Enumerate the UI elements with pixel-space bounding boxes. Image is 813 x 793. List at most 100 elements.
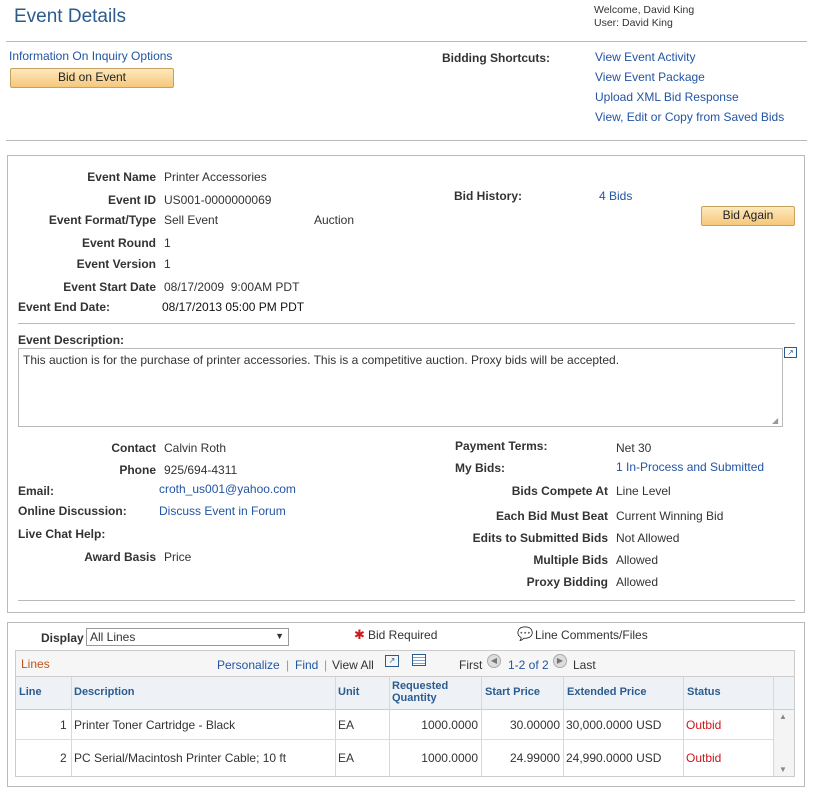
my-bids-label: My Bids: [455,461,506,475]
new-window-icon[interactable]: ↗ [385,655,399,667]
online-discussion-label: Online Discussion: [18,504,127,518]
view-event-activity-link[interactable]: View Event Activity [595,50,696,64]
event-name-value: Printer Accessories [164,170,267,184]
view-event-package-link[interactable]: View Event Package [595,70,705,84]
discuss-forum-link[interactable]: Discuss Event in Forum [159,504,286,518]
user-text: User: David King [594,17,673,29]
row-status: Outbid [686,751,722,765]
bid-on-event-button[interactable]: Bid on Event [10,68,174,88]
column-header-start-price[interactable]: Start Price [485,686,540,698]
bid-again-button[interactable]: Bid Again [701,206,795,226]
row-status: Outbid [686,718,722,732]
saved-bids-link[interactable]: View, Edit or Copy from Saved Bids [595,110,784,124]
column-header-status[interactable]: Status [687,686,721,698]
row-requested-quantity: 1000.0000 [421,751,478,765]
email-label: Email: [18,484,55,498]
resize-grip-icon[interactable]: ◢ [772,416,778,425]
event-version-value: 1 [164,257,171,271]
each-bid-beat-label: Each Bid Must Beat [495,509,608,523]
grid-scrollbar[interactable]: ▲ ▼ [774,710,794,776]
top-divider [6,140,807,141]
find-link[interactable]: Find [295,658,318,672]
multiple-bids-label: Multiple Bids [533,553,608,567]
view-all-link[interactable]: View All [332,658,374,672]
award-basis-label: Award Basis [84,550,156,564]
event-format-label: Event Format/Type [48,213,156,227]
bids-compete-value: Line Level [616,484,671,498]
live-chat-label: Live Chat Help: [18,527,106,541]
display-select-value: All Lines [90,630,136,644]
phone-value: 925/694-4311 [164,463,238,477]
multiple-bids-value: Allowed [616,553,659,567]
row-start-price: 30.00000 [509,718,560,732]
event-start-label: Event Start Date [63,280,156,294]
each-bid-beat-value: Current Winning Bid [616,509,724,523]
bid-required-legend: Bid Required [368,628,438,642]
star-icon: ✱ [354,627,365,642]
grid-title: Lines [21,657,50,671]
page-title: Event Details [14,6,126,27]
phone-label: Phone [119,463,156,477]
column-header-unit[interactable]: Unit [338,686,359,698]
row-description: Printer Toner Cartridge - Black [74,718,236,732]
last-label: Last [573,658,596,672]
row-requested-quantity: 1000.0000 [421,718,478,732]
column-header-line[interactable]: Line [19,686,42,698]
bid-history-label: Bid History: [454,189,523,203]
scroll-up-icon[interactable]: ▲ [779,712,787,721]
scroll-down-icon[interactable]: ▼ [779,765,787,774]
bid-history-link[interactable]: 4 Bids [599,189,632,203]
grid-nav-bar [16,651,794,677]
inquiry-options-link[interactable]: Information On Inquiry Options [9,49,172,63]
event-start-value: 08/17/2009 9:00AM PDT [164,280,300,294]
contact-label: Contact [111,441,156,455]
row-extended-price: 24,990.0000 USD [566,751,662,765]
event-description-textarea[interactable]: This auction is for the purchase of prin… [18,348,783,427]
welcome-text: Welcome, David King [594,4,695,16]
event-type-value: Auction [314,213,355,227]
event-round-value: 1 [164,236,171,250]
event-version-label: Event Version [76,257,156,271]
bids-compete-label: Bids Compete At [511,484,608,498]
chevron-down-icon: ▼ [275,631,284,641]
welcome-block: Welcome, David King User: David King [594,4,694,30]
row-range: 1-2 of 2 [508,658,549,672]
previous-arrow-icon[interactable]: ◀ [487,654,501,668]
email-link[interactable]: croth_us001@yahoo.com [159,482,296,496]
download-spreadsheet-icon[interactable] [412,654,426,666]
upload-xml-bid-link[interactable]: Upload XML Bid Response [595,90,739,104]
event-format-value: Sell Event [164,213,219,227]
row-start-price: 24.99000 [509,751,560,765]
nav-separator: | [324,658,328,672]
event-end-label: Event End Date: [18,300,111,314]
next-arrow-icon[interactable]: ▶ [553,654,567,668]
description-divider [18,323,795,324]
line-comments-legend: Line Comments/Files [535,628,648,642]
header-divider [6,41,807,42]
row-line-number: 1 [60,718,67,732]
column-header-description[interactable]: Description [74,686,135,698]
details-divider [18,600,795,601]
proxy-bidding-value: Allowed [616,575,659,589]
event-description-label: Event Description: [18,333,125,347]
proxy-bidding-label: Proxy Bidding [526,575,608,589]
first-label: First [459,658,483,672]
edits-submitted-label: Edits to Submitted Bids [472,531,608,545]
row-line-number: 2 [60,751,67,765]
row-extended-price: 30,000.0000 USD [566,718,662,732]
display-select[interactable]: All Lines ▼ [86,628,289,646]
row-unit: EA [338,751,355,765]
nav-separator: | [286,658,290,672]
event-id-label: Event ID [107,193,156,207]
column-header-requested-quantity[interactable]: Requested Quantity [392,680,472,704]
edits-submitted-value: Not Allowed [616,531,680,545]
event-round-label: Event Round [82,236,156,250]
column-header-extended-price[interactable]: Extended Price [567,686,646,698]
comment-bubble-icon: 💬 [517,626,534,641]
bidding-shortcuts-label: Bidding Shortcuts: [442,51,550,65]
my-bids-link[interactable]: 1 In-Process and Submitted [616,460,764,474]
event-id-value: US001-0000000069 [164,193,272,207]
expand-textarea-icon[interactable]: ↗ [784,347,797,358]
contact-value: Calvin Roth [164,441,227,455]
personalize-link[interactable]: Personalize [217,658,280,672]
